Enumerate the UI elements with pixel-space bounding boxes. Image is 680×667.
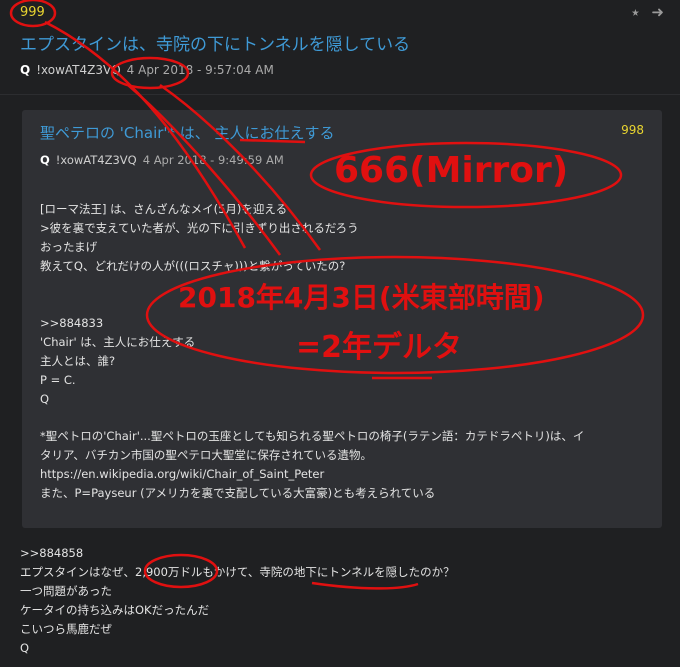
body-line: Q [40,392,50,406]
quoted-post-date: 4 Apr 2018 - 9:49:59 AM [142,153,284,167]
body-line: Q [20,641,30,655]
poster-name: Q [20,63,31,77]
body-line: P = C. [40,373,76,387]
body-line: また、P=Payseur (アメリカを裏で支配している大富豪)とも考えられている [40,486,436,500]
post-number[interactable]: 999 [20,5,45,20]
body-line: おったまげ [40,240,98,254]
quoted-tripcode: !xowAT4Z3VQ [55,153,137,167]
post-reference-link[interactable]: >>884858 [20,544,660,563]
quoted-post-meta: Q !xowAT4Z3VQ 4 Apr 2018 - 9:49:59 AM [40,153,284,167]
annotation-mirror: 666(Mirror) [334,150,569,191]
body-line: 一つ問題があった [20,584,112,598]
quoted-post-number[interactable]: 998 [621,123,644,137]
quoted-post-title: 聖ペテロの 'Chair'* は、 主人にお仕えする [40,124,335,142]
body-line: エプスタインはなぜ、2,900万ドルもかけて、寺院の地下にトンネルを隠したのか？ [20,565,455,579]
answer-body: >>884858 エプスタインはなぜ、2,900万ドルもかけて、寺院の地下にトン… [20,544,660,658]
header-icons: ⭑ ➜ [631,5,664,20]
tripcode: !xowAT4Z3VQ [36,63,121,77]
wikipedia-link[interactable]: https://en.wikipedia.org/wiki/Chair_of_S… [40,465,650,484]
body-line: ケータイの持ち込みはOKだったんだ [20,603,210,617]
annotation-delta: =2年デルタ [296,330,463,365]
body-line: >彼を裏で支えていた者が、光の下に引きずり出されるだろう [40,221,359,235]
divider [0,94,680,95]
quoted-poster-name: Q [40,153,50,167]
body-line: [ローマ法王] は、さんざんなメイ(5月)を迎える [40,202,288,216]
post-title: エプスタインは、寺院の下にトンネルを隠している [20,35,411,55]
post-meta: Q !xowAT4Z3VQ 4 Apr 2018 - 9:57:04 AM [20,63,274,77]
body-line: 教えてQ、どれだけの人が(((ロスチャ)))と繋がっていたの? [40,259,346,273]
share-icon[interactable]: ⭑ [631,5,639,20]
arrow-circle-right-icon[interactable]: ➜ [651,5,664,20]
body-line: こいつら馬鹿だぜ [20,622,112,636]
body-line: タリア、バチカン市国の聖ペテロ大聖堂に保存されている遺物。 [40,448,373,462]
post-date: 4 Apr 2018 - 9:57:04 AM [126,63,274,77]
annotation-date: 2018年4月3日(米東部時間) [178,281,545,314]
body-line: *聖ペトロの'Chair'...聖ペトロの玉座としても知られる聖ペトロの椅子(ラ… [40,429,585,443]
